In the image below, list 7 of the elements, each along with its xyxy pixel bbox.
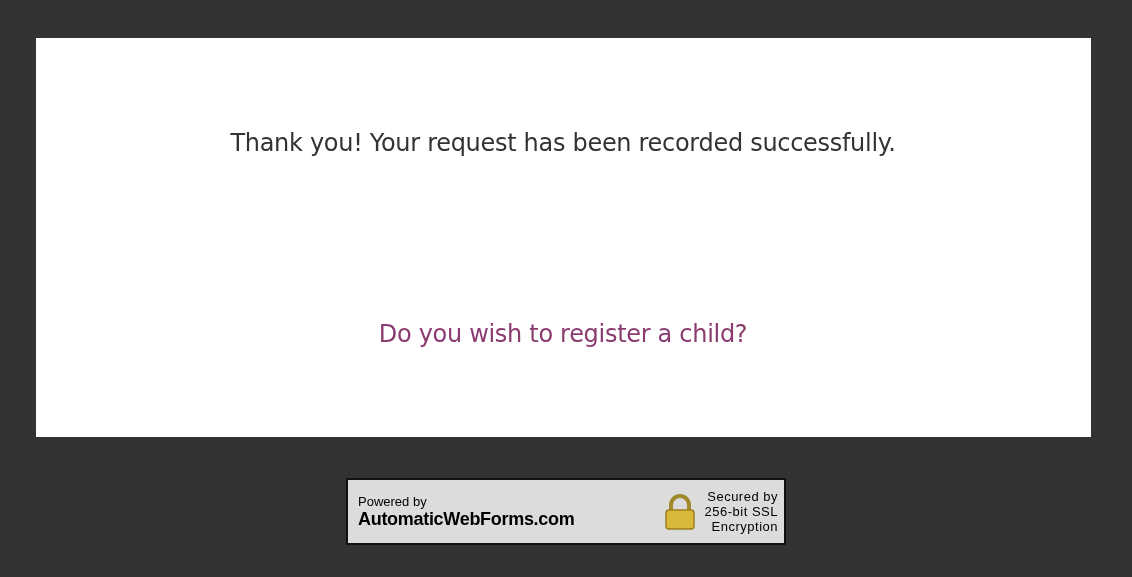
confirmation-message: Thank you! Your request has been recorded successfully. [230,129,896,157]
register-child-link[interactable]: Do you wish to register a child? [378,320,748,348]
security-text: Secured by [707,489,778,504]
security-text: Encryption [711,519,778,534]
powered-by-text: Powered by [358,493,428,509]
security-text: 256-bit SSL [704,504,778,519]
brand-text: AutomaticWebForms.com [358,508,576,530]
